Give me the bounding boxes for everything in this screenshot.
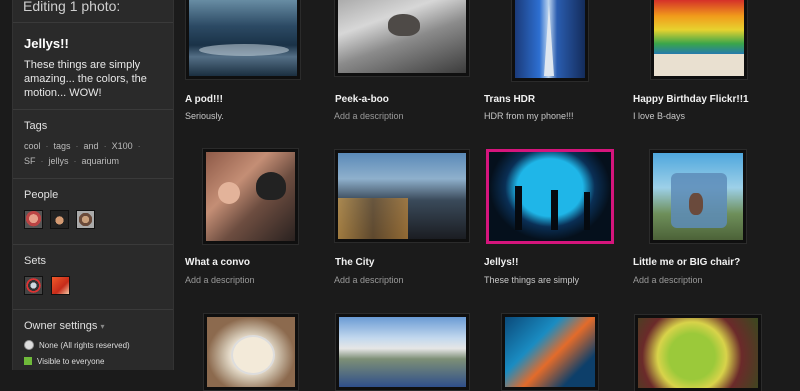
photo-title[interactable]: Little me or BIG chair? (633, 257, 740, 268)
tag[interactable]: jellys (49, 156, 69, 166)
tag[interactable]: cool (24, 141, 41, 151)
photo-thumbnail[interactable] (635, 315, 761, 391)
photo-description[interactable]: Add a description (334, 275, 404, 285)
photo-title[interactable]: Peek-a-boo (335, 94, 389, 105)
license-option[interactable]: None (All rights reserved) (24, 338, 173, 352)
photo-thumbnail[interactable] (203, 149, 298, 244)
sets-section: Sets (13, 245, 173, 310)
photo-title[interactable]: A pod!!! (185, 94, 223, 105)
photo-thumbnail[interactable] (335, 150, 469, 242)
photo-title[interactable]: The City (335, 257, 374, 268)
photo-thumbnail-selected[interactable] (486, 149, 614, 244)
photo-thumbnail[interactable] (502, 314, 598, 390)
photo-title[interactable]: Happy Birthday Flickr!!1 (633, 94, 749, 105)
sidebar-header: Editing 1 photo: (13, 0, 173, 23)
photo-thumbnail[interactable] (335, 0, 469, 76)
photo-description[interactable]: Seriously. (185, 111, 224, 121)
photo-info-section: Jellys!! These things are simply amazing… (13, 23, 173, 110)
photo-description[interactable]: Add a description (334, 111, 404, 121)
tag-list: cool · tags · and · X100 · SF · jellys · aquarium (24, 141, 141, 166)
photo-description[interactable]: These things are simply (484, 275, 579, 285)
tag[interactable]: tags (54, 141, 71, 151)
tag[interactable]: and (84, 141, 99, 151)
visibility-icon (24, 357, 32, 365)
photo-description[interactable]: Add a description (185, 275, 255, 285)
radio-icon (24, 340, 34, 350)
person-avatar[interactable] (50, 210, 69, 229)
photo-thumbnail[interactable] (512, 0, 588, 81)
sets-heading: Sets (24, 255, 47, 267)
owner-settings-heading: Owner settings (24, 320, 98, 332)
photo-thumbnail[interactable] (336, 314, 469, 390)
photo-description-field[interactable]: These things are simply amazing... the c… (24, 58, 156, 100)
tag[interactable]: SF (24, 156, 36, 166)
people-section: People (13, 179, 173, 245)
editing-heading: Editing 1 photo: (23, 0, 121, 14)
people-heading: People (24, 189, 59, 201)
person-avatar[interactable] (24, 210, 43, 229)
photo-thumbnail[interactable] (651, 0, 747, 79)
edit-sidebar: Editing 1 photo: Jellys!! These things a… (12, 0, 174, 370)
tag[interactable]: X100 (112, 141, 133, 151)
tags-heading: Tags (24, 120, 48, 132)
photo-description[interactable]: HDR from my phone!!! (484, 111, 574, 121)
photo-title[interactable]: Trans HDR (484, 94, 535, 105)
photo-title-field[interactable]: Jellys!! (24, 36, 69, 51)
license-label: None (All rights reserved) (39, 340, 130, 350)
person-avatar[interactable] (76, 210, 95, 229)
photo-thumbnail[interactable] (186, 0, 300, 79)
photo-thumbnail[interactable] (204, 314, 298, 390)
photo-thumbnail[interactable] (650, 150, 746, 243)
owner-settings-toggle[interactable]: Owner settings ▾ (24, 320, 173, 332)
visibility-option[interactable]: Visible to everyone (24, 354, 173, 368)
set-thumbnail[interactable] (24, 276, 43, 295)
tags-section: Tags cool · tags · and · X100 · SF · jellys · aquari… (13, 110, 173, 179)
photo-description[interactable]: I love B-days (633, 111, 685, 121)
chevron-down-icon: ▾ (100, 322, 105, 331)
set-thumbnail[interactable] (51, 276, 70, 295)
photo-title[interactable]: Jellys!! (484, 257, 518, 268)
photo-title[interactable]: What a convo (185, 257, 250, 268)
tag[interactable]: aquarium (82, 156, 120, 166)
visibility-label: Visible to everyone (37, 356, 105, 366)
owner-settings-section: Owner settings ▾ None (All rights reserv… (13, 310, 173, 370)
photo-description[interactable]: Add a description (633, 275, 703, 285)
